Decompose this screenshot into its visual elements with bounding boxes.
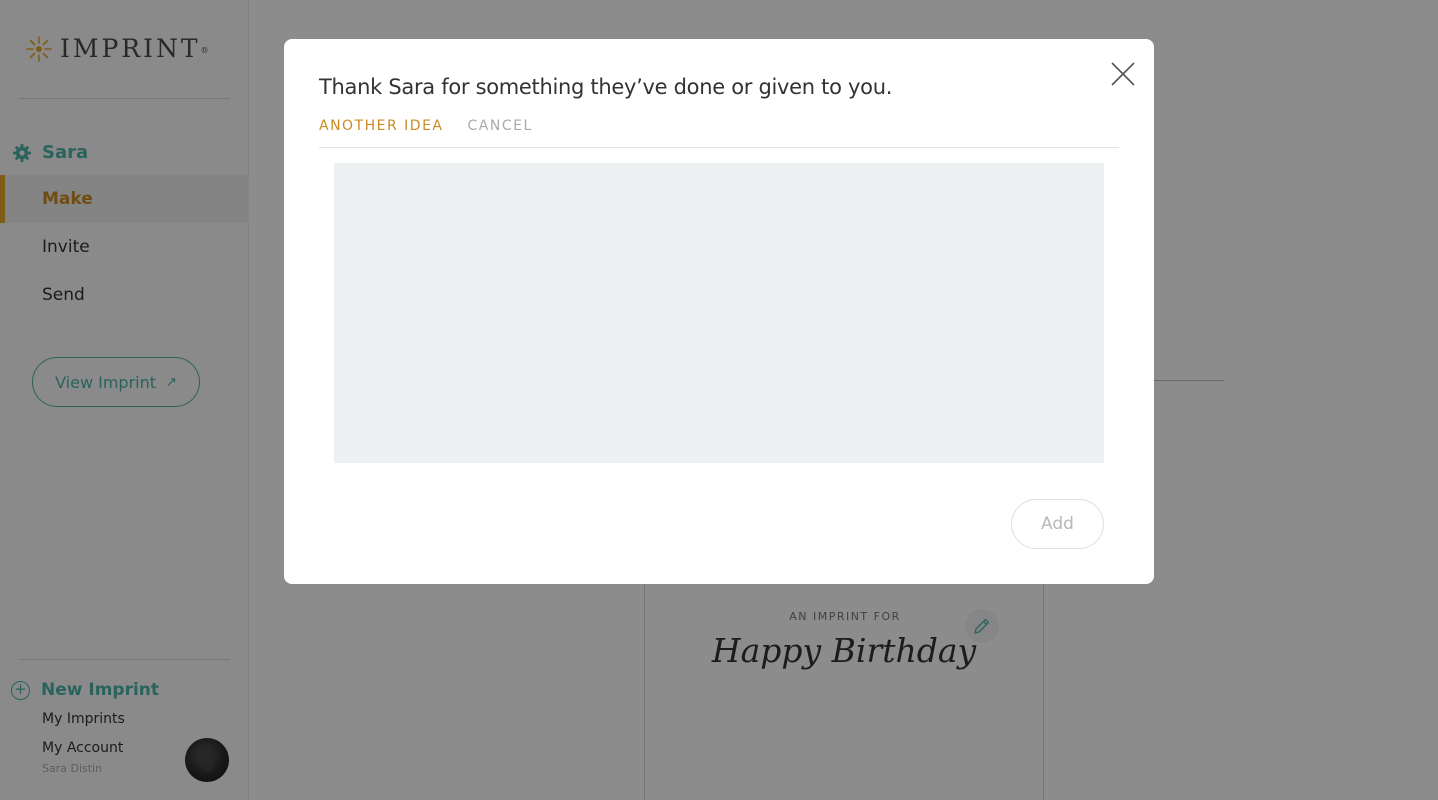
modal-actions: ANOTHER IDEA CANCEL bbox=[319, 118, 533, 134]
add-button[interactable]: Add bbox=[1011, 499, 1104, 549]
message-textarea[interactable] bbox=[334, 163, 1104, 463]
modal-title: Thank Sara for something they’ve done or… bbox=[319, 75, 893, 99]
modal-divider bbox=[319, 147, 1119, 148]
close-button[interactable] bbox=[1110, 61, 1136, 87]
another-idea-link[interactable]: ANOTHER IDEA bbox=[319, 118, 444, 134]
cancel-link[interactable]: CANCEL bbox=[468, 118, 533, 134]
add-idea-modal: Thank Sara for something they’ve done or… bbox=[284, 39, 1154, 584]
close-icon bbox=[1111, 62, 1135, 86]
